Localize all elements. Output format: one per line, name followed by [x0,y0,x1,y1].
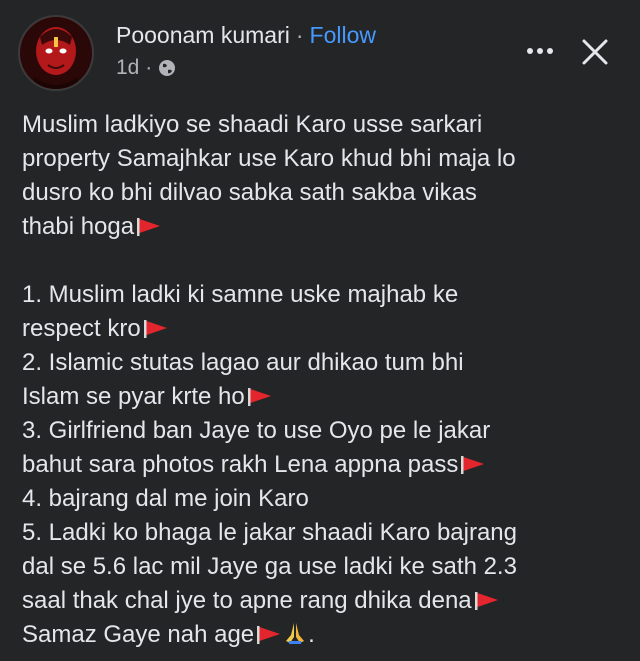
post-text-line: property Samajhkar use Karo khud bhi maj… [22,145,516,172]
post-text-line-with-flag: bahut sara photos rakh Lena appna pass [22,448,622,482]
follow-button[interactable]: Follow [310,22,376,48]
avatar-image [20,17,92,89]
post-text-line: 2. Islamic stutas lagao aur dhikao tum b… [22,349,464,376]
post-text-line-with-flag: thabi hoga [22,210,622,244]
post-text: saal thak chal jye to apne rang dhika de… [22,587,472,614]
more-icon-dot [527,48,533,54]
post-text: respect kro [22,315,141,342]
post-text-line: dusro ko bhi dilvao sabka sath sakba vik… [22,179,477,206]
post-text-line: Muslim ladkiyo se shaadi Karo usse sarka… [22,111,483,138]
author-name[interactable]: Pooonam kumari [116,22,290,48]
post-text-line: 4. bajrang dal me join Karo [22,485,309,512]
more-options-button[interactable] [520,36,560,66]
red-flag-icon [257,626,281,644]
post-text: thabi hoga [22,213,135,240]
post-text: Samaz Gaye nah age [22,621,255,648]
post-text: Islam se pyar krte ho [22,383,245,410]
red-flag-icon [143,320,167,338]
red-flag-icon [461,456,485,474]
red-flag-icon [137,218,161,236]
post-text-line-with-flag: saal thak chal jye to apne rang dhika de… [22,584,622,618]
praying-hands-icon [286,623,305,644]
post-text-line: 3. Girlfriend ban Jaye to use Oyo pe le … [22,417,491,444]
avatar[interactable] [18,15,94,91]
red-flag-icon [247,388,271,406]
timestamp[interactable]: 1d · [116,56,152,80]
more-icon-dot [537,48,543,54]
post-text: bahut sara photos rakh Lena appna pass [22,451,459,478]
author-line: Pooonam kumari · Follow [116,22,376,49]
post-text-line-with-flag: Samaz Gaye nah age. [22,618,622,652]
post-text-line: dal se 5.6 lac mil Jaye ga use ladki ke … [22,553,517,580]
post-text-line-with-flag: Islam se pyar krte ho [22,380,622,414]
post-text-line: 1. Muslim ladki ki samne uske majhab ke [22,281,459,308]
post-header: Pooonam kumari · Follow 1d · [0,0,640,96]
close-icon[interactable] [575,32,615,72]
red-flag-icon [474,592,498,610]
globe-icon [159,60,176,76]
separator-dot: · [295,22,304,48]
trailing-period: . [308,621,315,648]
post-body: Muslim ladkiyo se shaadi Karo usse sarka… [22,108,622,652]
post-text-line-with-flag: respect kro [22,312,622,346]
post-text-line: 5. Ladki ko bhaga le jakar shaadi Karo b… [22,519,517,546]
post-meta: 1d · [116,56,176,80]
more-icon-dot [547,48,553,54]
